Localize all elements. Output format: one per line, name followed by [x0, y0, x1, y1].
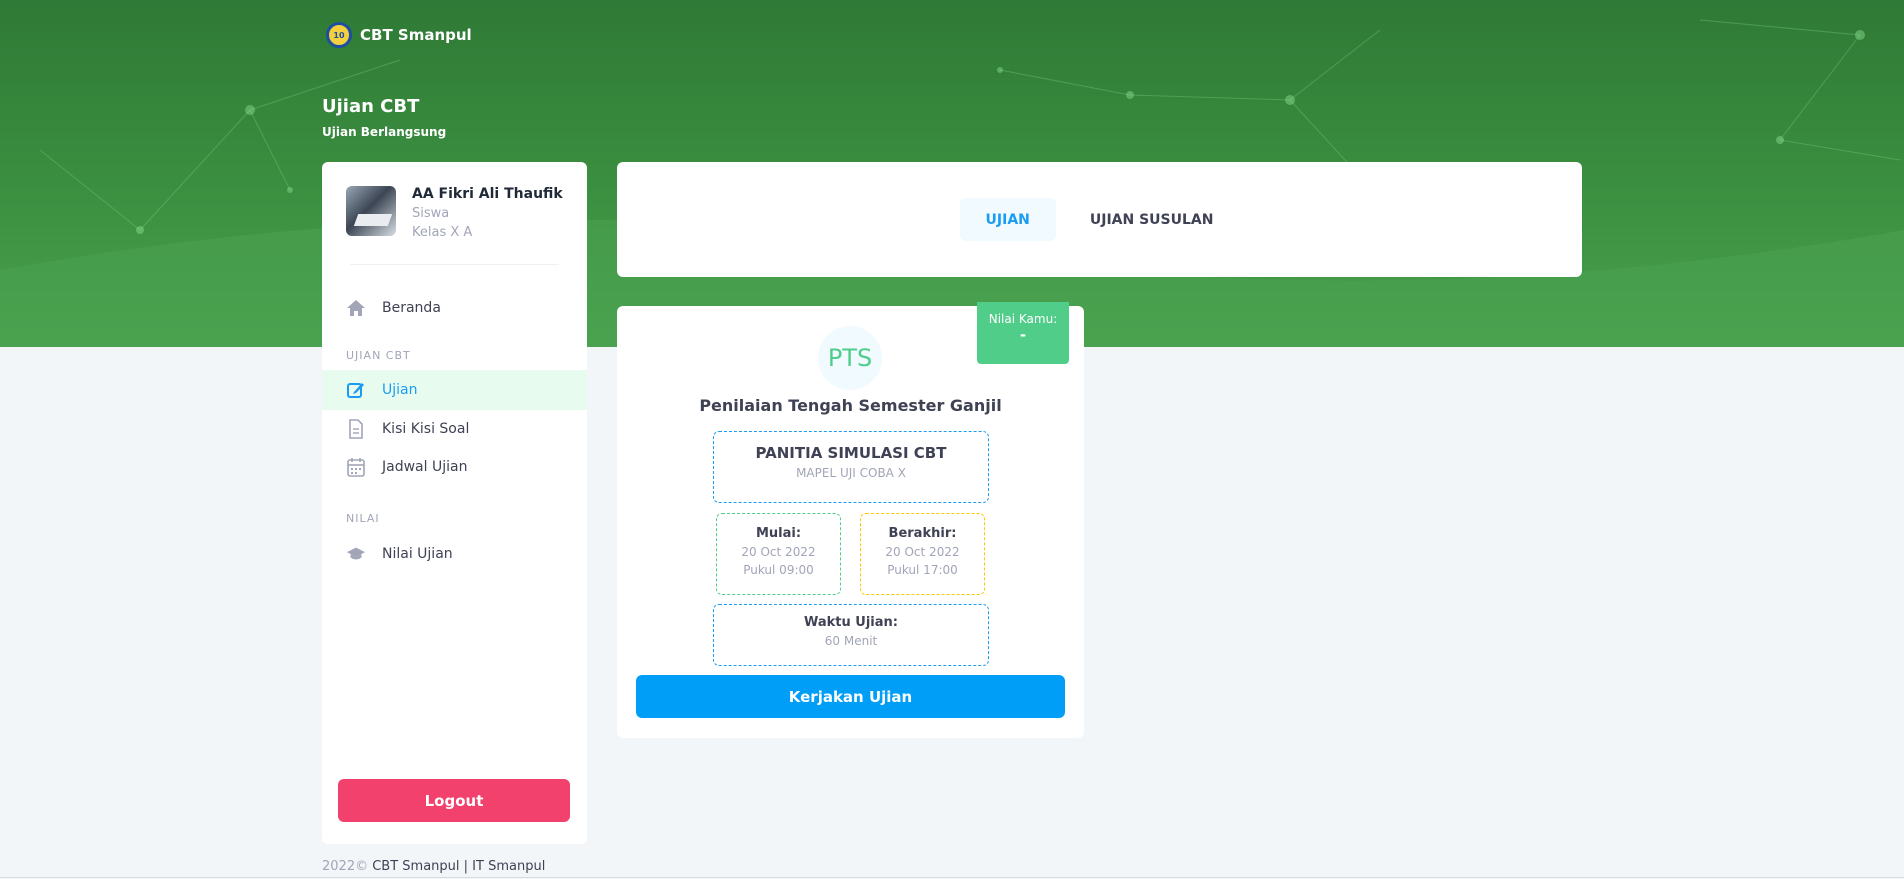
- score-label: Nilai Kamu:: [988, 312, 1058, 326]
- start-time-box: Mulai: 20 Oct 2022 Pukul 09:00: [716, 513, 841, 595]
- duration-box: Waktu Ujian: 60 Menit: [713, 604, 989, 666]
- organizer-name: PANITIA SIMULASI CBT: [755, 444, 947, 462]
- sidebar-item-kisi-kisi-soal[interactable]: Kisi Kisi Soal: [322, 410, 587, 448]
- tab-ujian-susulan[interactable]: UJIAN SUSULAN: [1064, 198, 1240, 241]
- brand-name: CBT Smanpul: [360, 26, 472, 44]
- start-date: 20 Oct 2022: [741, 545, 816, 559]
- page-title: Ujian CBT: [322, 96, 420, 117]
- sidebar-item-label: Ujian: [382, 382, 418, 398]
- start-label: Mulai:: [755, 526, 802, 541]
- user-class: Kelas X A: [412, 225, 473, 240]
- score-badge: Nilai Kamu: -: [977, 302, 1069, 364]
- start-exam-button[interactable]: Kerjakan Ujian: [636, 675, 1065, 718]
- user-profile: AA Fikri Ali Thaufik Siswa Kelas X A: [322, 162, 587, 240]
- graduation-cap-icon: [346, 544, 366, 564]
- sidebar-item-nilai-ujian[interactable]: Nilai Ujian: [322, 535, 587, 573]
- sidebar-item-label: Jadwal Ujian: [382, 459, 468, 475]
- sidebar-item-jadwal-ujian[interactable]: Jadwal Ujian: [322, 448, 587, 486]
- brand[interactable]: 10 CBT Smanpul: [326, 22, 472, 48]
- document-icon: [346, 419, 366, 439]
- footer-divider: [0, 877, 1904, 878]
- divider: [350, 264, 559, 265]
- end-time-box: Berakhir: 20 Oct 2022 Pukul 17:00: [860, 513, 985, 595]
- exam-code: PTS: [818, 326, 882, 390]
- exam-card: Nilai Kamu: - PTS Penilaian Tengah Semes…: [617, 302, 1084, 738]
- start-time: Pukul 09:00: [743, 563, 814, 577]
- score-value: -: [1019, 326, 1027, 344]
- sidebar-item-label: Nilai Ujian: [382, 546, 453, 562]
- school-logo: 10: [326, 22, 352, 48]
- exam-title: Penilaian Tengah Semester Ganjil: [699, 396, 1002, 415]
- sidebar-item-label: Kisi Kisi Soal: [382, 421, 470, 437]
- footer: 2022© CBT Smanpul | IT Smanpul: [322, 859, 545, 874]
- tab-ujian[interactable]: UJIAN: [959, 198, 1056, 241]
- section-label-nilai: NILAI: [346, 512, 380, 525]
- end-label: Berakhir:: [888, 526, 957, 541]
- page-subtitle: Ujian Berlangsung: [322, 125, 447, 139]
- home-icon: [346, 298, 366, 318]
- logout-button[interactable]: Logout: [338, 779, 570, 822]
- subject-name: MAPEL UJI COBA X: [796, 466, 906, 480]
- edit-icon: [346, 380, 366, 400]
- sidebar-item-label: Beranda: [382, 300, 441, 316]
- exam-tabs: UJIAN UJIAN SUSULAN: [617, 162, 1582, 277]
- footer-text: CBT Smanpul | IT Smanpul: [372, 859, 546, 874]
- end-date: 20 Oct 2022: [885, 545, 960, 559]
- organizer-box: PANITIA SIMULASI CBT MAPEL UJI COBA X: [713, 431, 989, 503]
- footer-year: 2022©: [322, 859, 369, 874]
- sidebar-item-beranda[interactable]: Beranda: [322, 289, 587, 327]
- sidebar: AA Fikri Ali Thaufik Siswa Kelas X A Ber…: [322, 162, 587, 844]
- duration-label: Waktu Ujian:: [804, 615, 898, 630]
- user-name: AA Fikri Ali Thaufik: [412, 186, 563, 202]
- sidebar-item-ujian[interactable]: Ujian: [322, 370, 587, 410]
- calendar-icon: [346, 457, 366, 477]
- section-label-ujian-cbt: UJIAN CBT: [346, 349, 411, 362]
- avatar: [346, 186, 396, 236]
- page-header: Ujian CBT Ujian Berlangsung: [322, 96, 446, 139]
- end-time: Pukul 17:00: [887, 563, 958, 577]
- user-role: Siswa: [412, 206, 450, 221]
- duration-value: 60 Menit: [824, 634, 878, 648]
